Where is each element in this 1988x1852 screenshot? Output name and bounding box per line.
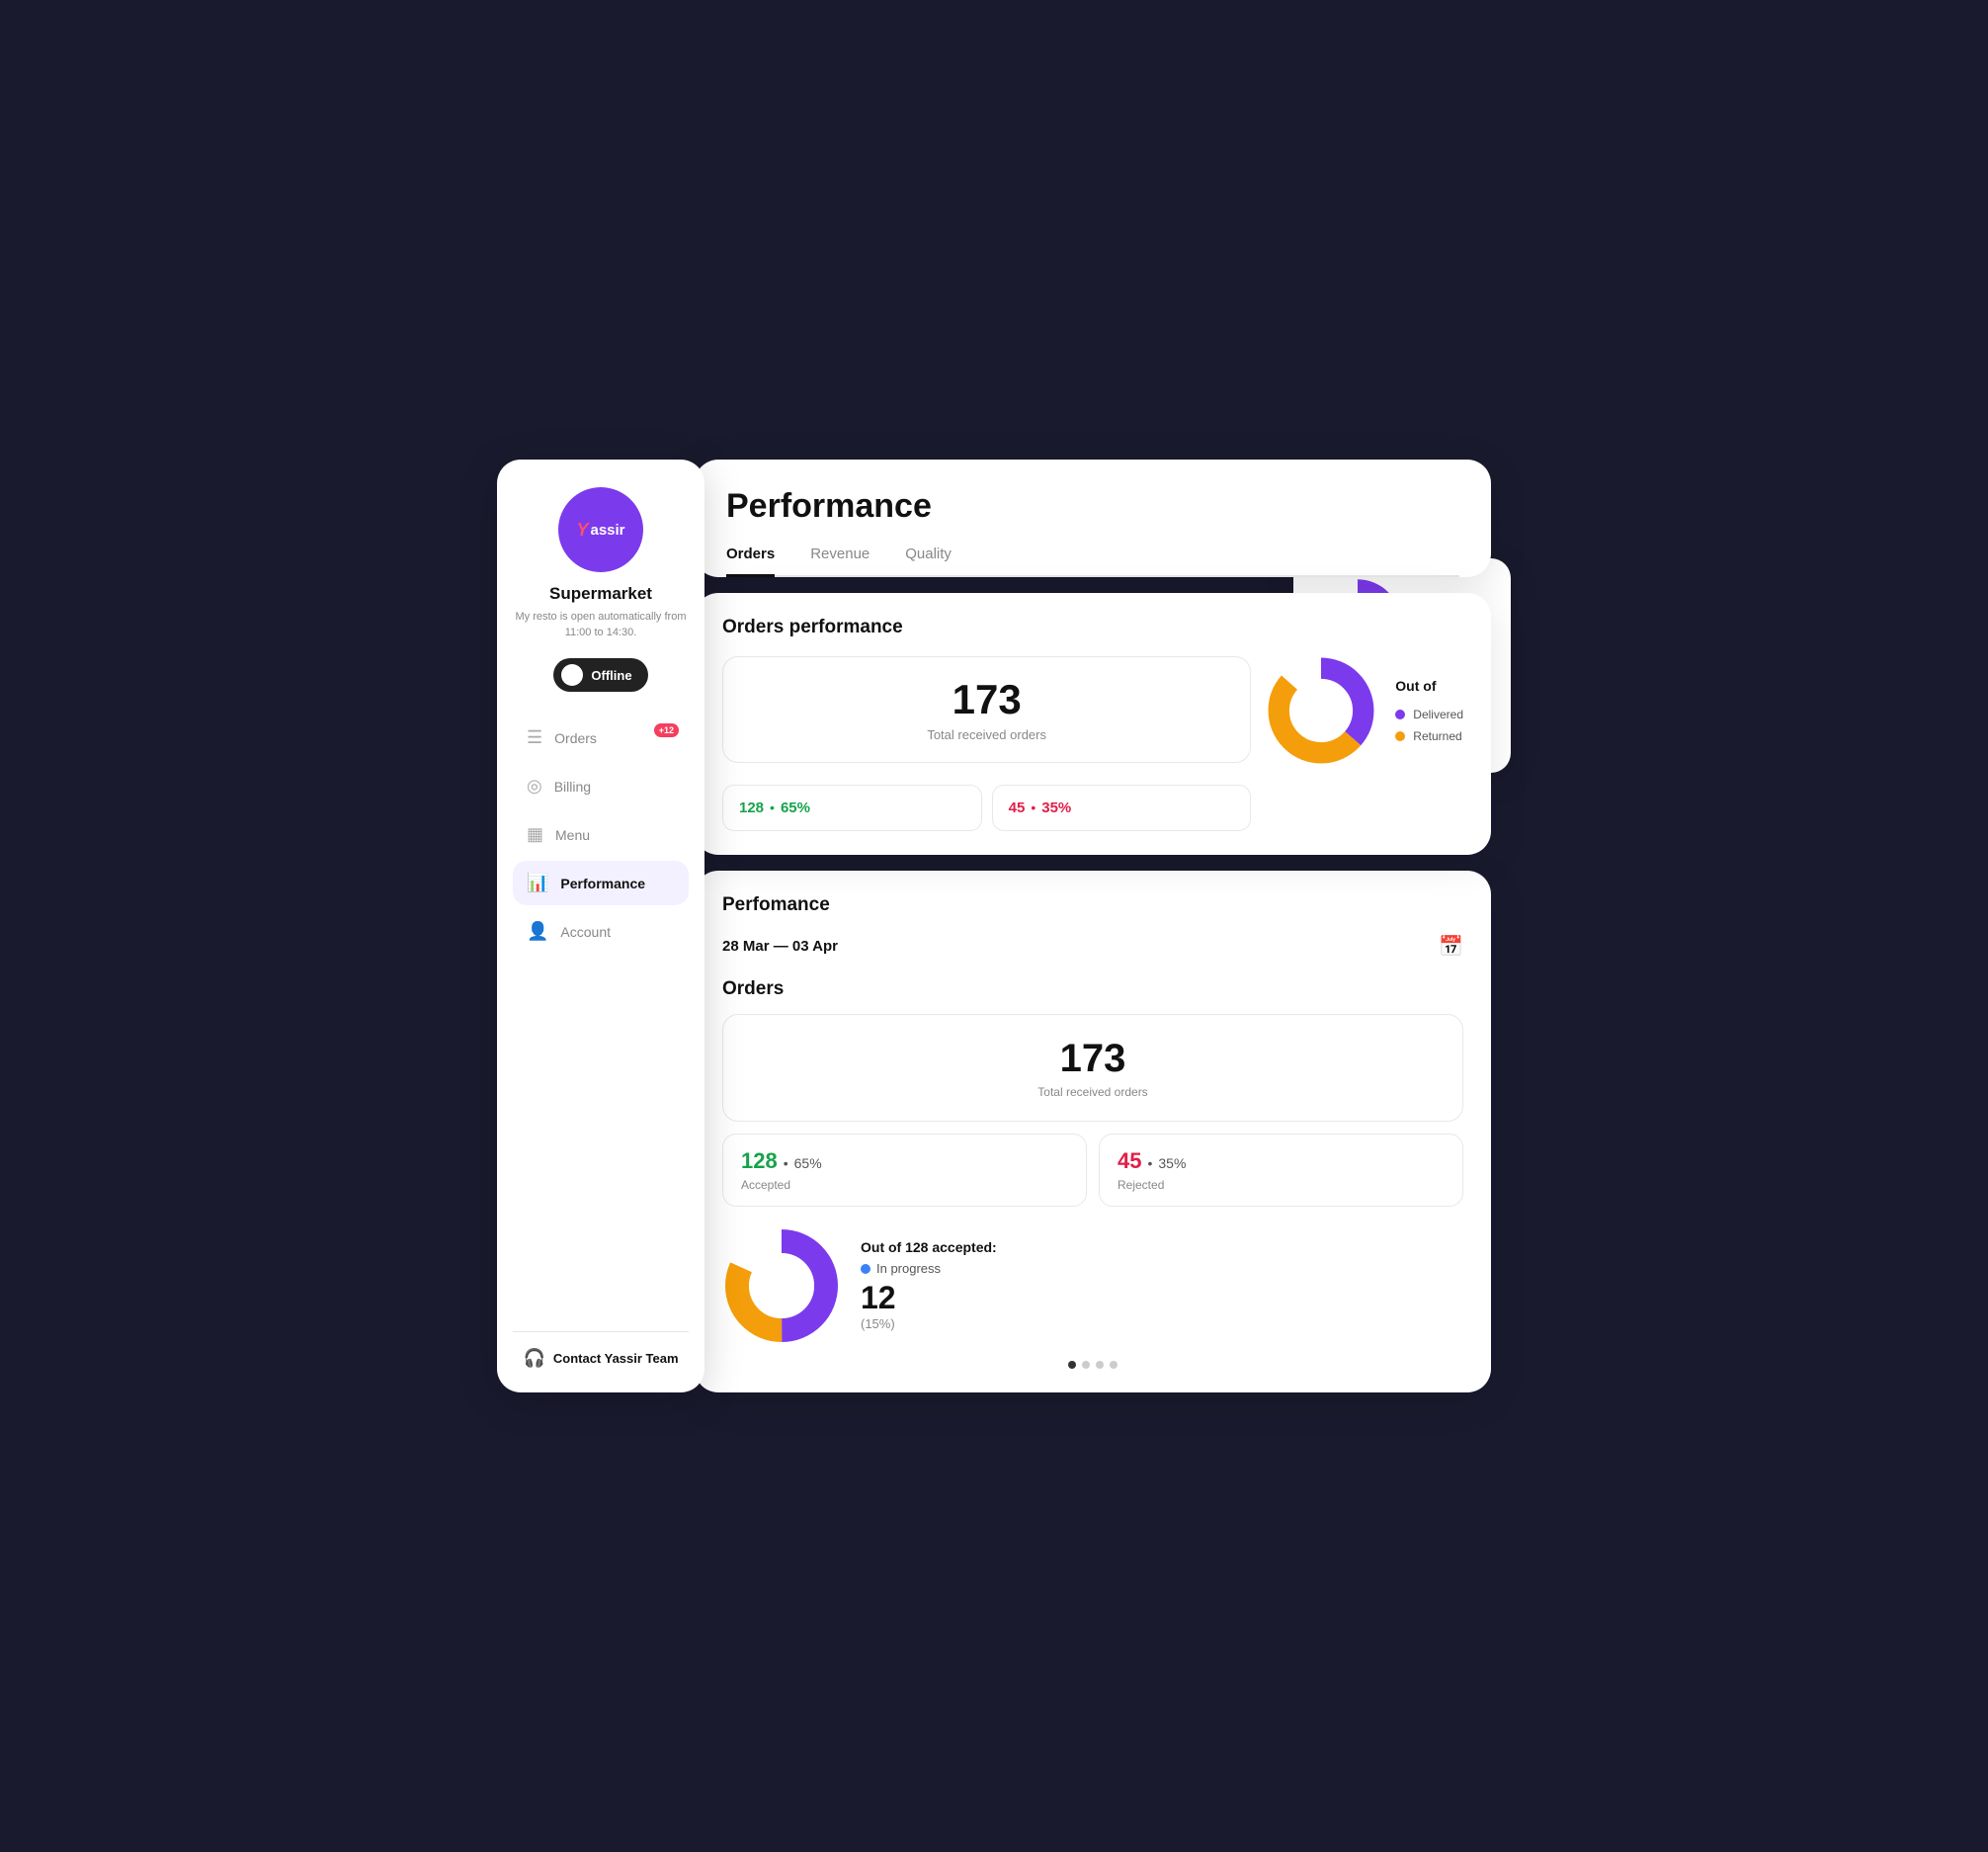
- blue-dot: [861, 1264, 870, 1274]
- logo: Y assir: [576, 520, 624, 541]
- legend-delivered: Delivered: [1395, 708, 1463, 721]
- avatar: Y assir: [558, 487, 643, 572]
- headset-icon: 🎧: [523, 1348, 544, 1369]
- contact-button[interactable]: 🎧 Contact Yassir Team: [523, 1348, 678, 1369]
- sidebar-item-label: Account: [560, 924, 611, 940]
- orders-performance-card: Orders performance 173 Total received or…: [695, 593, 1491, 854]
- rejected-pct: 35%: [1041, 800, 1071, 816]
- main-content: Performance Orders Revenue Quality Order…: [695, 460, 1491, 1391]
- bottom-panel: Perfomance 28 Mar — 03 Apr 📅 Orders 173 …: [695, 871, 1491, 1392]
- total-orders-box: 173 Total received orders: [722, 656, 1251, 762]
- contact-label: Contact Yassir Team: [553, 1351, 679, 1366]
- legend-returned: Returned: [1395, 729, 1463, 743]
- rej-pct: 35%: [1158, 1155, 1186, 1171]
- donut-info: Out of 128 accepted: In progress 12 (15%…: [861, 1239, 1463, 1331]
- orders-big-label: Total received orders: [747, 1085, 1439, 1099]
- legend-delivered-label: Delivered: [1413, 708, 1463, 721]
- performance-icon: 📊: [527, 873, 548, 893]
- dot-1[interactable]: [1068, 1361, 1076, 1369]
- acc-percent: •: [784, 1155, 788, 1171]
- divider: [513, 1331, 689, 1332]
- acc-number: 128: [741, 1148, 778, 1174]
- legend-returned-dot: [1395, 731, 1405, 741]
- status-toggle[interactable]: Offline: [553, 658, 647, 692]
- sidebar-item-label: Orders: [554, 730, 597, 746]
- orders-perf-inner: 173 Total received orders 128 • 65% 45 •…: [722, 656, 1463, 830]
- in-progress-row: In progress: [861, 1261, 1463, 1276]
- orders-icon: ☰: [527, 727, 542, 748]
- sidebar-item-menu[interactable]: ▦ Menu: [513, 812, 689, 857]
- orders-perf-title: Orders performance: [722, 617, 1463, 638]
- acc-rej-row: 128 • 65% Accepted 45 • 35% Rejected: [722, 1134, 1463, 1207]
- legend-delivered-dot: [1395, 710, 1405, 719]
- toggle-label: Offline: [591, 668, 631, 683]
- dot-3[interactable]: [1096, 1361, 1104, 1369]
- menu-icon: ▦: [527, 824, 543, 845]
- legend-returned-label: Returned: [1413, 729, 1461, 743]
- orders-big-number: 173: [747, 1037, 1439, 1081]
- tab-orders[interactable]: Orders: [726, 546, 775, 577]
- store-name: Supermarket: [549, 584, 652, 604]
- perf-date-row: 28 Mar — 03 Apr 📅: [722, 934, 1463, 959]
- sidebar-item-label: Billing: [554, 779, 591, 795]
- donut-top-section: Out of Delivered Returned: [1267, 656, 1463, 765]
- rej-percent: •: [1147, 1155, 1152, 1171]
- orders-badge: +12: [654, 723, 679, 737]
- sidebar-item-account[interactable]: 👤 Account: [513, 909, 689, 954]
- accepted-cell: 128 • 65% Accepted: [722, 1134, 1087, 1207]
- accepted-percent: •: [770, 800, 775, 815]
- dot-4[interactable]: [1110, 1361, 1118, 1369]
- accepted-number: 128: [739, 800, 764, 816]
- donut-chart-top: [1267, 656, 1375, 765]
- orders-big-stat: 173 Total received orders: [722, 1014, 1463, 1122]
- tab-quality[interactable]: Quality: [905, 546, 952, 577]
- sidebar-item-label: Performance: [560, 876, 645, 891]
- bottom-donut-row: Out of 128 accepted: In progress 12 (15%…: [722, 1226, 1463, 1345]
- in-progress-label-text: In progress: [876, 1261, 941, 1276]
- logo-icon: Y: [576, 520, 588, 541]
- tabs-row: Orders Revenue Quality: [726, 546, 1459, 577]
- toggle-circle: [561, 664, 583, 686]
- rejected-percent: •: [1031, 800, 1035, 815]
- page-title: Performance: [726, 487, 1459, 526]
- tab-revenue[interactable]: Revenue: [810, 546, 870, 577]
- calendar-icon[interactable]: 📅: [1439, 934, 1463, 959]
- orders-section: Orders 173 Total received orders 128 • 6…: [722, 978, 1463, 1369]
- donut-legend: Out of Delivered Returned: [1395, 678, 1463, 743]
- performance-section: Perfomance 28 Mar — 03 Apr 📅: [722, 894, 1463, 959]
- acc-label: Accepted: [741, 1178, 1068, 1192]
- out-of-label: Out of: [1395, 678, 1463, 694]
- billing-icon: ◎: [527, 776, 542, 797]
- rej-label: Rejected: [1118, 1178, 1445, 1192]
- sidebar-item-label: Menu: [555, 827, 590, 843]
- sidebar-nav: ☰ Orders +12 ◎ Billing ▦ Menu 📊 Performa…: [513, 716, 689, 1314]
- accepted-pct: 65%: [781, 800, 810, 816]
- rejected-stat: 45 • 35%: [992, 785, 1252, 831]
- pagination-dots: [722, 1361, 1463, 1369]
- progress-number: 12: [861, 1280, 1463, 1316]
- donut-chart-bottom: [722, 1226, 841, 1345]
- store-subtitle: My resto is open automatically from 11:0…: [513, 610, 689, 640]
- accepted-stat: 128 • 65%: [722, 785, 982, 831]
- top-panel: Performance Orders Revenue Quality: [695, 460, 1491, 577]
- perf-date-range: 28 Mar — 03 Apr: [722, 938, 838, 955]
- accepted-rejected-row: 128 • 65% 45 • 35%: [722, 785, 1251, 831]
- total-orders-number: 173: [751, 677, 1222, 722]
- rejected-number: 45: [1009, 800, 1026, 816]
- progress-percent: (15%): [861, 1316, 1463, 1331]
- sidebar: Y assir Supermarket My resto is open aut…: [497, 460, 704, 1391]
- sidebar-item-orders[interactable]: ☰ Orders +12: [513, 716, 689, 760]
- acc-pct: 65%: [794, 1155, 822, 1171]
- sidebar-item-performance[interactable]: 📊 Performance: [513, 861, 689, 905]
- perf-section-title: Perfomance: [722, 894, 1463, 916]
- rej-number: 45: [1118, 1148, 1141, 1174]
- sidebar-item-billing[interactable]: ◎ Billing: [513, 764, 689, 808]
- rejected-cell: 45 • 35% Rejected: [1099, 1134, 1463, 1207]
- orders-section-title: Orders: [722, 978, 1463, 1000]
- total-orders-label: Total received orders: [751, 727, 1222, 742]
- dot-2[interactable]: [1082, 1361, 1090, 1369]
- out-of-128: Out of 128 accepted:: [861, 1239, 1463, 1255]
- logo-text: assir: [590, 522, 624, 539]
- account-icon: 👤: [527, 921, 548, 942]
